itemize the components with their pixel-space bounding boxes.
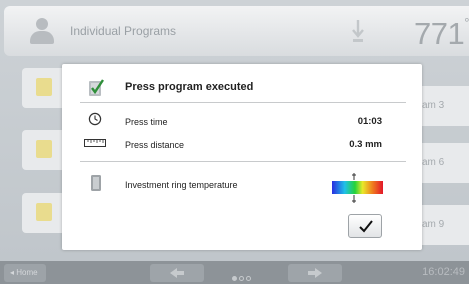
program-label: am 6 (422, 157, 445, 168)
ring-temperature-label: Investment ring temperature (125, 180, 238, 190)
divider (80, 102, 406, 103)
header-title: Individual Programs (70, 24, 177, 38)
header-bar: Individual Programs 771°C (4, 6, 469, 56)
next-page-button[interactable] (288, 264, 342, 282)
program-icon (36, 203, 52, 221)
home-button[interactable]: ◂ Home (4, 264, 46, 282)
dialog-title: Press program executed (125, 81, 254, 93)
download-arrow-icon[interactable] (352, 20, 364, 44)
divider (80, 161, 406, 162)
program-icon (36, 140, 52, 158)
program-label: am 3 (422, 100, 445, 111)
arrow-left-icon (170, 268, 184, 278)
clock-icon (88, 112, 102, 126)
press-time-label: Press time (125, 117, 168, 127)
press-distance-label: Press distance (125, 140, 185, 150)
prev-page-button[interactable] (150, 264, 204, 282)
confirm-button[interactable] (348, 214, 382, 238)
press-distance-value: 0.3 mm (349, 139, 382, 150)
program-icon (36, 78, 52, 96)
furnace-temperature: 771°C (414, 14, 469, 51)
press-complete-icon (89, 79, 104, 96)
arrow-right-icon (308, 268, 322, 278)
program-label: am 9 (422, 219, 445, 230)
investment-ring-icon (91, 175, 101, 191)
press-time-value: 01:03 (357, 116, 382, 127)
user-icon[interactable] (30, 18, 54, 44)
page-indicator (232, 268, 256, 281)
ruler-icon (84, 139, 106, 147)
dialog-header: Press program executed (62, 76, 422, 100)
footer-bar: ◂ Home 16:02:49 (0, 261, 469, 284)
checkmark-icon (359, 220, 373, 233)
press-result-dialog: Press program executed Press time 01:03 … (62, 64, 422, 250)
temperature-scale-icon (332, 173, 383, 203)
clock: 16:02:49 (422, 266, 465, 278)
